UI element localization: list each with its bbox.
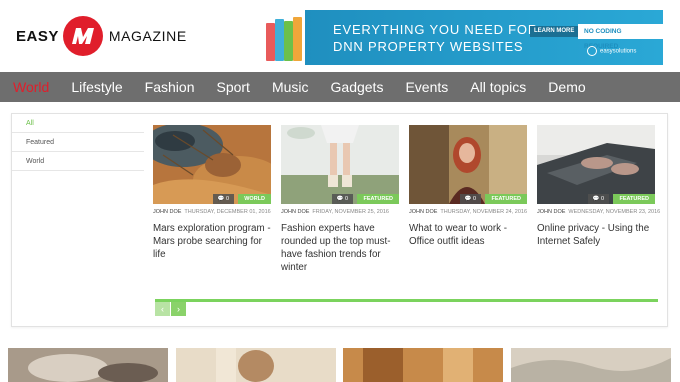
nav-item-all-topics[interactable]: All topics	[470, 79, 526, 95]
category-badge[interactable]: WORLD	[238, 194, 271, 204]
comment-count: 💬 0	[212, 194, 234, 204]
article-card[interactable]: 💬 0 FEATURED JOHN DOE THURSDAY, NOVEMBER …	[409, 125, 527, 248]
author[interactable]: JOHN DOE	[281, 209, 309, 215]
nav-item-demo[interactable]: Demo	[548, 79, 585, 95]
no-coding-badge: NO CODING REQUIRED	[578, 24, 663, 50]
nav-item-gadgets[interactable]: Gadgets	[331, 79, 384, 95]
nav-item-music[interactable]: Music	[272, 79, 309, 95]
category-badge[interactable]: FEATURED	[485, 194, 527, 204]
slider-pager: ‹ ›	[155, 302, 187, 316]
logo-text-magazine: MAGAZINE	[108, 28, 187, 44]
nav-item-sport[interactable]: Sport	[216, 79, 249, 95]
category-badge[interactable]: FEATURED	[357, 194, 399, 204]
mars-texture-image[interactable]: 💬 0 WORLD	[153, 125, 271, 204]
brand-logo-icon	[587, 46, 597, 56]
site-header: EASY MAGAZINE EVERYTHING YOU NEED FOR DN…	[0, 0, 680, 72]
author[interactable]: JOHN DOE	[537, 209, 565, 215]
article-meta: JOHN DOE WEDNESDAY, NOVEMBER 23, 2016	[537, 209, 660, 215]
featured-image[interactable]	[343, 348, 503, 382]
article-title[interactable]: What to wear to work - Office outfit ide…	[409, 222, 527, 248]
article-meta: JOHN DOE THURSDAY, DECEMBER 01, 2016	[153, 209, 271, 215]
featured-image[interactable]	[176, 348, 336, 382]
nav-item-world[interactable]: World	[13, 79, 49, 95]
next-button[interactable]: ›	[171, 302, 186, 316]
main-nav: World Lifestyle Fashion Sport Music Gadg…	[0, 72, 680, 102]
publish-date: WEDNESDAY, NOVEMBER 23, 2016	[568, 209, 661, 215]
featured-image[interactable]	[8, 348, 168, 382]
learn-more-button[interactable]: LEARN MORE	[530, 26, 579, 37]
banner-brand: easysolutions	[587, 46, 636, 56]
author[interactable]: JOHN DOE	[153, 209, 181, 215]
article-card[interactable]: 💬 0 FEATURED JOHN DOE FRIDAY, NOVEMBER 25…	[281, 125, 399, 274]
laptop-hands-image[interactable]: 💬 0 FEATURED	[537, 125, 655, 204]
category-filter: All Featured World	[12, 114, 144, 171]
slider-progress-bar	[155, 299, 658, 302]
article-meta: JOHN DOE FRIDAY, NOVEMBER 25, 2016	[281, 209, 399, 215]
featured-image[interactable]	[511, 348, 671, 382]
logo-m-icon	[62, 16, 103, 56]
article-title[interactable]: Fashion experts have rounded up the top …	[281, 222, 399, 274]
publish-date: THURSDAY, DECEMBER 01, 2016	[184, 209, 271, 215]
author[interactable]: JOHN DOE	[409, 209, 437, 215]
article-meta: JOHN DOE THURSDAY, NOVEMBER 24, 2016	[409, 209, 527, 215]
banner-body: EVERYTHING YOU NEED FOR DNN PROPERTY WEB…	[305, 10, 663, 65]
featured-images-strip	[0, 348, 680, 382]
banner-headline-1: EVERYTHING YOU NEED FOR	[333, 22, 539, 37]
article-card[interactable]: 💬 0 FEATURED JOHN DOE WEDNESDAY, NOVEMBER…	[537, 125, 660, 248]
news-slider-panel: All Featured World 💬 0 WORLD JOHN DOE TH…	[11, 113, 668, 327]
category-badge[interactable]: FEATURED	[613, 194, 655, 204]
comment-count: 💬 0	[587, 194, 609, 204]
banner-brand-text: easysolutions	[600, 48, 637, 55]
nav-item-lifestyle[interactable]: Lifestyle	[71, 79, 122, 95]
article-card[interactable]: 💬 0 WORLD JOHN DOE THURSDAY, DECEMBER 01,…	[153, 125, 271, 261]
legs-boots-image[interactable]: 💬 0 FEATURED	[281, 125, 399, 204]
books-illustration	[263, 10, 305, 65]
comment-count: 💬 0	[459, 194, 481, 204]
nav-item-events[interactable]: Events	[405, 79, 448, 95]
site-logo[interactable]: EASY MAGAZINE	[16, 16, 187, 56]
logo-text-easy: EASY	[16, 27, 59, 45]
publish-date: FRIDAY, NOVEMBER 25, 2016	[312, 209, 389, 215]
woman-red-hair-image[interactable]: 💬 0 FEATURED	[409, 125, 527, 204]
comment-count: 💬 0	[331, 194, 353, 204]
ad-banner[interactable]: EVERYTHING YOU NEED FOR DNN PROPERTY WEB…	[263, 10, 663, 65]
article-title[interactable]: Online privacy - Using the Internet Safe…	[537, 222, 655, 248]
article-title[interactable]: Mars exploration program - Mars probe se…	[153, 222, 271, 261]
filter-featured[interactable]: Featured	[12, 133, 144, 152]
filter-world[interactable]: World	[12, 152, 144, 171]
prev-button[interactable]: ‹	[155, 302, 170, 316]
publish-date: THURSDAY, NOVEMBER 24, 2016	[440, 209, 528, 215]
article-cards: 💬 0 WORLD JOHN DOE THURSDAY, DECEMBER 01,…	[153, 125, 660, 300]
banner-headline-2: DNN PROPERTY WEBSITES	[333, 39, 524, 54]
filter-all[interactable]: All	[12, 114, 144, 133]
nav-item-fashion[interactable]: Fashion	[145, 79, 195, 95]
